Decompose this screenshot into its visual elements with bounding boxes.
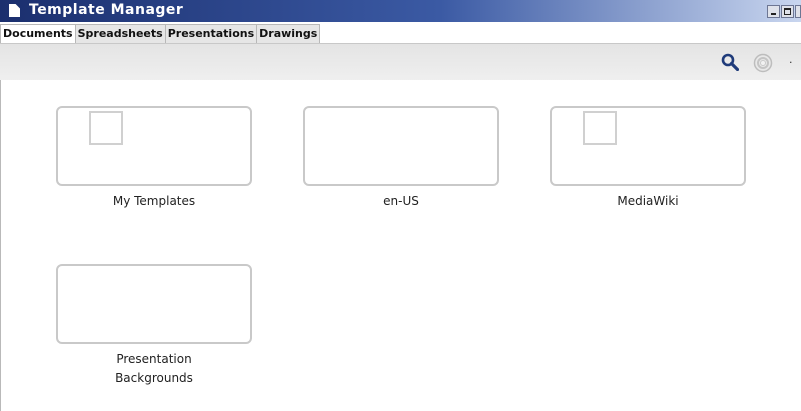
folder-label: My Templates [112,194,196,208]
tab-bar: Documents Spreadsheets Presentations Dra… [0,24,321,43]
window-title: Template Manager [29,2,184,18]
document-icon [583,111,617,145]
folder-presentation-backgrounds[interactable]: Presentation Backgrounds [56,264,252,388]
maximize-button[interactable] [781,5,794,18]
template-view: My Templates en-US MediaWiki Presentatio… [0,80,801,411]
search-icon[interactable] [721,53,739,71]
folder-thumbnail[interactable] [550,106,746,186]
minimize-button[interactable] [767,5,780,18]
folder-thumbnail[interactable] [303,106,499,186]
toolbar: · [0,43,801,81]
folder-label-line: Presentation [116,352,192,366]
window-controls [766,5,801,18]
dropdown-icon[interactable]: · [789,56,793,69]
tab-documents[interactable]: Documents [0,24,76,43]
tab-drawings[interactable]: Drawings [256,24,321,43]
folder-label: Presentation Backgrounds [56,350,252,388]
folder-label: en-US [383,194,419,208]
folder-thumbnail[interactable] [56,106,252,186]
folder-label: MediaWiki [617,194,679,208]
settings-icon[interactable] [753,53,773,73]
title-bar: Template Manager [0,0,801,22]
close-button[interactable] [795,5,801,18]
folder-my-templates[interactable]: My Templates [56,106,252,211]
document-icon [89,111,123,145]
folder-en-us[interactable]: en-US [303,106,499,211]
folder-label-line: Backgrounds [115,371,193,385]
app-icon [9,4,20,17]
tab-presentations[interactable]: Presentations [164,24,258,43]
folder-thumbnail[interactable] [56,264,252,344]
tab-spreadsheets[interactable]: Spreadsheets [74,24,166,43]
folder-mediawiki[interactable]: MediaWiki [550,106,746,211]
